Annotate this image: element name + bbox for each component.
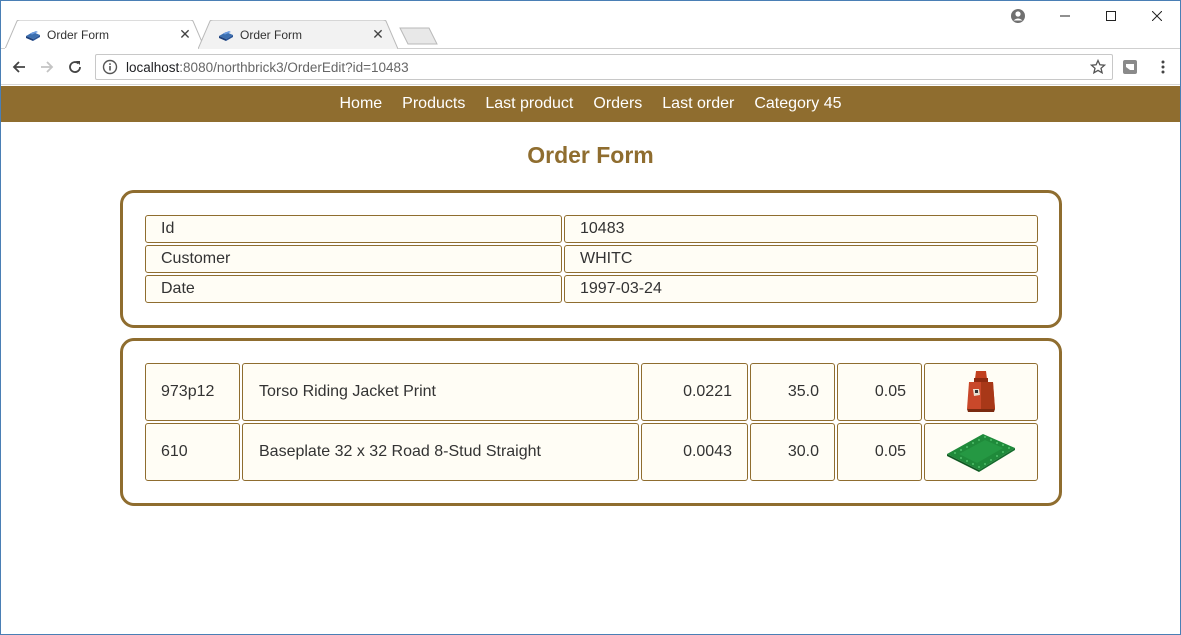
- line-image-cell[interactable]: [924, 423, 1038, 481]
- line-part-number[interactable]: 610: [145, 423, 240, 481]
- tab-title: Order Form: [47, 27, 110, 42]
- field-label-id: Id: [145, 215, 562, 243]
- browser-window: Order Form ✕ Order Form ✕ localhost:8080…: [0, 0, 1181, 635]
- maximize-button[interactable]: [1088, 1, 1134, 31]
- line-part-name[interactable]: Torso Riding Jacket Print: [242, 363, 639, 421]
- field-value-date[interactable]: 1997-03-24: [564, 275, 1038, 303]
- order-header-panel: Id 10483 Customer WHITC Date 1997-03-24: [120, 190, 1062, 328]
- line-price: 35.0: [750, 363, 835, 421]
- window-controls: [1042, 1, 1180, 31]
- close-icon: [1152, 11, 1162, 21]
- tab-title: Order Form: [240, 27, 303, 42]
- site-navbar: Home Products Last product Orders Last o…: [1, 86, 1180, 122]
- baseplate-icon: [947, 434, 1015, 472]
- back-button[interactable]: [7, 55, 31, 79]
- extension-icon[interactable]: [1122, 59, 1138, 75]
- field-value-customer[interactable]: WHITC: [564, 245, 1038, 273]
- page-title: Order Form: [527, 142, 654, 168]
- browser-toolbar: localhost:8080/northbrick3/OrderEdit?id=…: [1, 49, 1180, 85]
- tab-order-form[interactable]: Order Form ✕: [198, 20, 398, 49]
- close-icon[interactable]: ✕: [177, 26, 193, 43]
- url-text[interactable]: localhost:8080/northbrick3/OrderEdit?id=…: [126, 60, 409, 75]
- line-discount: 0.05: [837, 423, 922, 481]
- info-icon[interactable]: [102, 59, 118, 75]
- tab-order-form-active[interactable]: Order Form ✕: [5, 20, 205, 49]
- reload-icon: [69, 61, 81, 73]
- new-tab-button[interactable]: [399, 27, 439, 45]
- nav-link-products[interactable]: Products: [402, 95, 465, 113]
- order-lines-panel: 973p12 Torso Riding Jacket Print 0.0221 …: [120, 338, 1062, 506]
- line-image-cell[interactable]: [924, 363, 1038, 421]
- nav-link-home[interactable]: Home: [339, 95, 382, 113]
- bookmark-star-icon[interactable]: [1090, 59, 1106, 75]
- line-discount: 0.05: [837, 363, 922, 421]
- profile-icon[interactable]: [1010, 8, 1026, 24]
- maximize-icon: [1106, 11, 1116, 21]
- url-host: localhost: [126, 59, 180, 75]
- minimize-button[interactable]: [1042, 1, 1088, 31]
- more-menu-icon[interactable]: [1155, 59, 1171, 75]
- nav-link-category[interactable]: Category 45: [754, 95, 841, 113]
- minimize-icon: [1060, 15, 1070, 17]
- back-arrow-icon: [12, 61, 25, 73]
- address-bar[interactable]: localhost:8080/northbrick3/OrderEdit?id=…: [95, 54, 1113, 80]
- line-part-name[interactable]: Baseplate 32 x 32 Road 8-Stud Straight: [242, 423, 639, 481]
- nav-link-last-product[interactable]: Last product: [485, 95, 573, 113]
- close-icon[interactable]: ✕: [370, 26, 386, 43]
- brick-favicon-icon: [218, 27, 234, 43]
- line-weight: 0.0043: [641, 423, 748, 481]
- forward-arrow-icon: [41, 61, 54, 73]
- torso-icon: [967, 371, 995, 412]
- close-window-button[interactable]: [1134, 1, 1180, 31]
- brick-favicon-icon: [25, 27, 41, 43]
- nav-link-last-order[interactable]: Last order: [662, 95, 734, 113]
- nav-link-orders[interactable]: Orders: [593, 95, 642, 113]
- forward-button[interactable]: [35, 55, 59, 79]
- field-value-id[interactable]: 10483: [564, 215, 1038, 243]
- line-part-number[interactable]: 973p12: [145, 363, 240, 421]
- field-label-date: Date: [145, 275, 562, 303]
- reload-button[interactable]: [63, 55, 87, 79]
- line-price: 30.0: [750, 423, 835, 481]
- url-path: :8080/northbrick3/OrderEdit?id=10483: [179, 59, 409, 75]
- line-weight: 0.0221: [641, 363, 748, 421]
- field-label-customer: Customer: [145, 245, 562, 273]
- tab-strip: Order Form ✕ Order Form ✕: [1, 1, 1180, 49]
